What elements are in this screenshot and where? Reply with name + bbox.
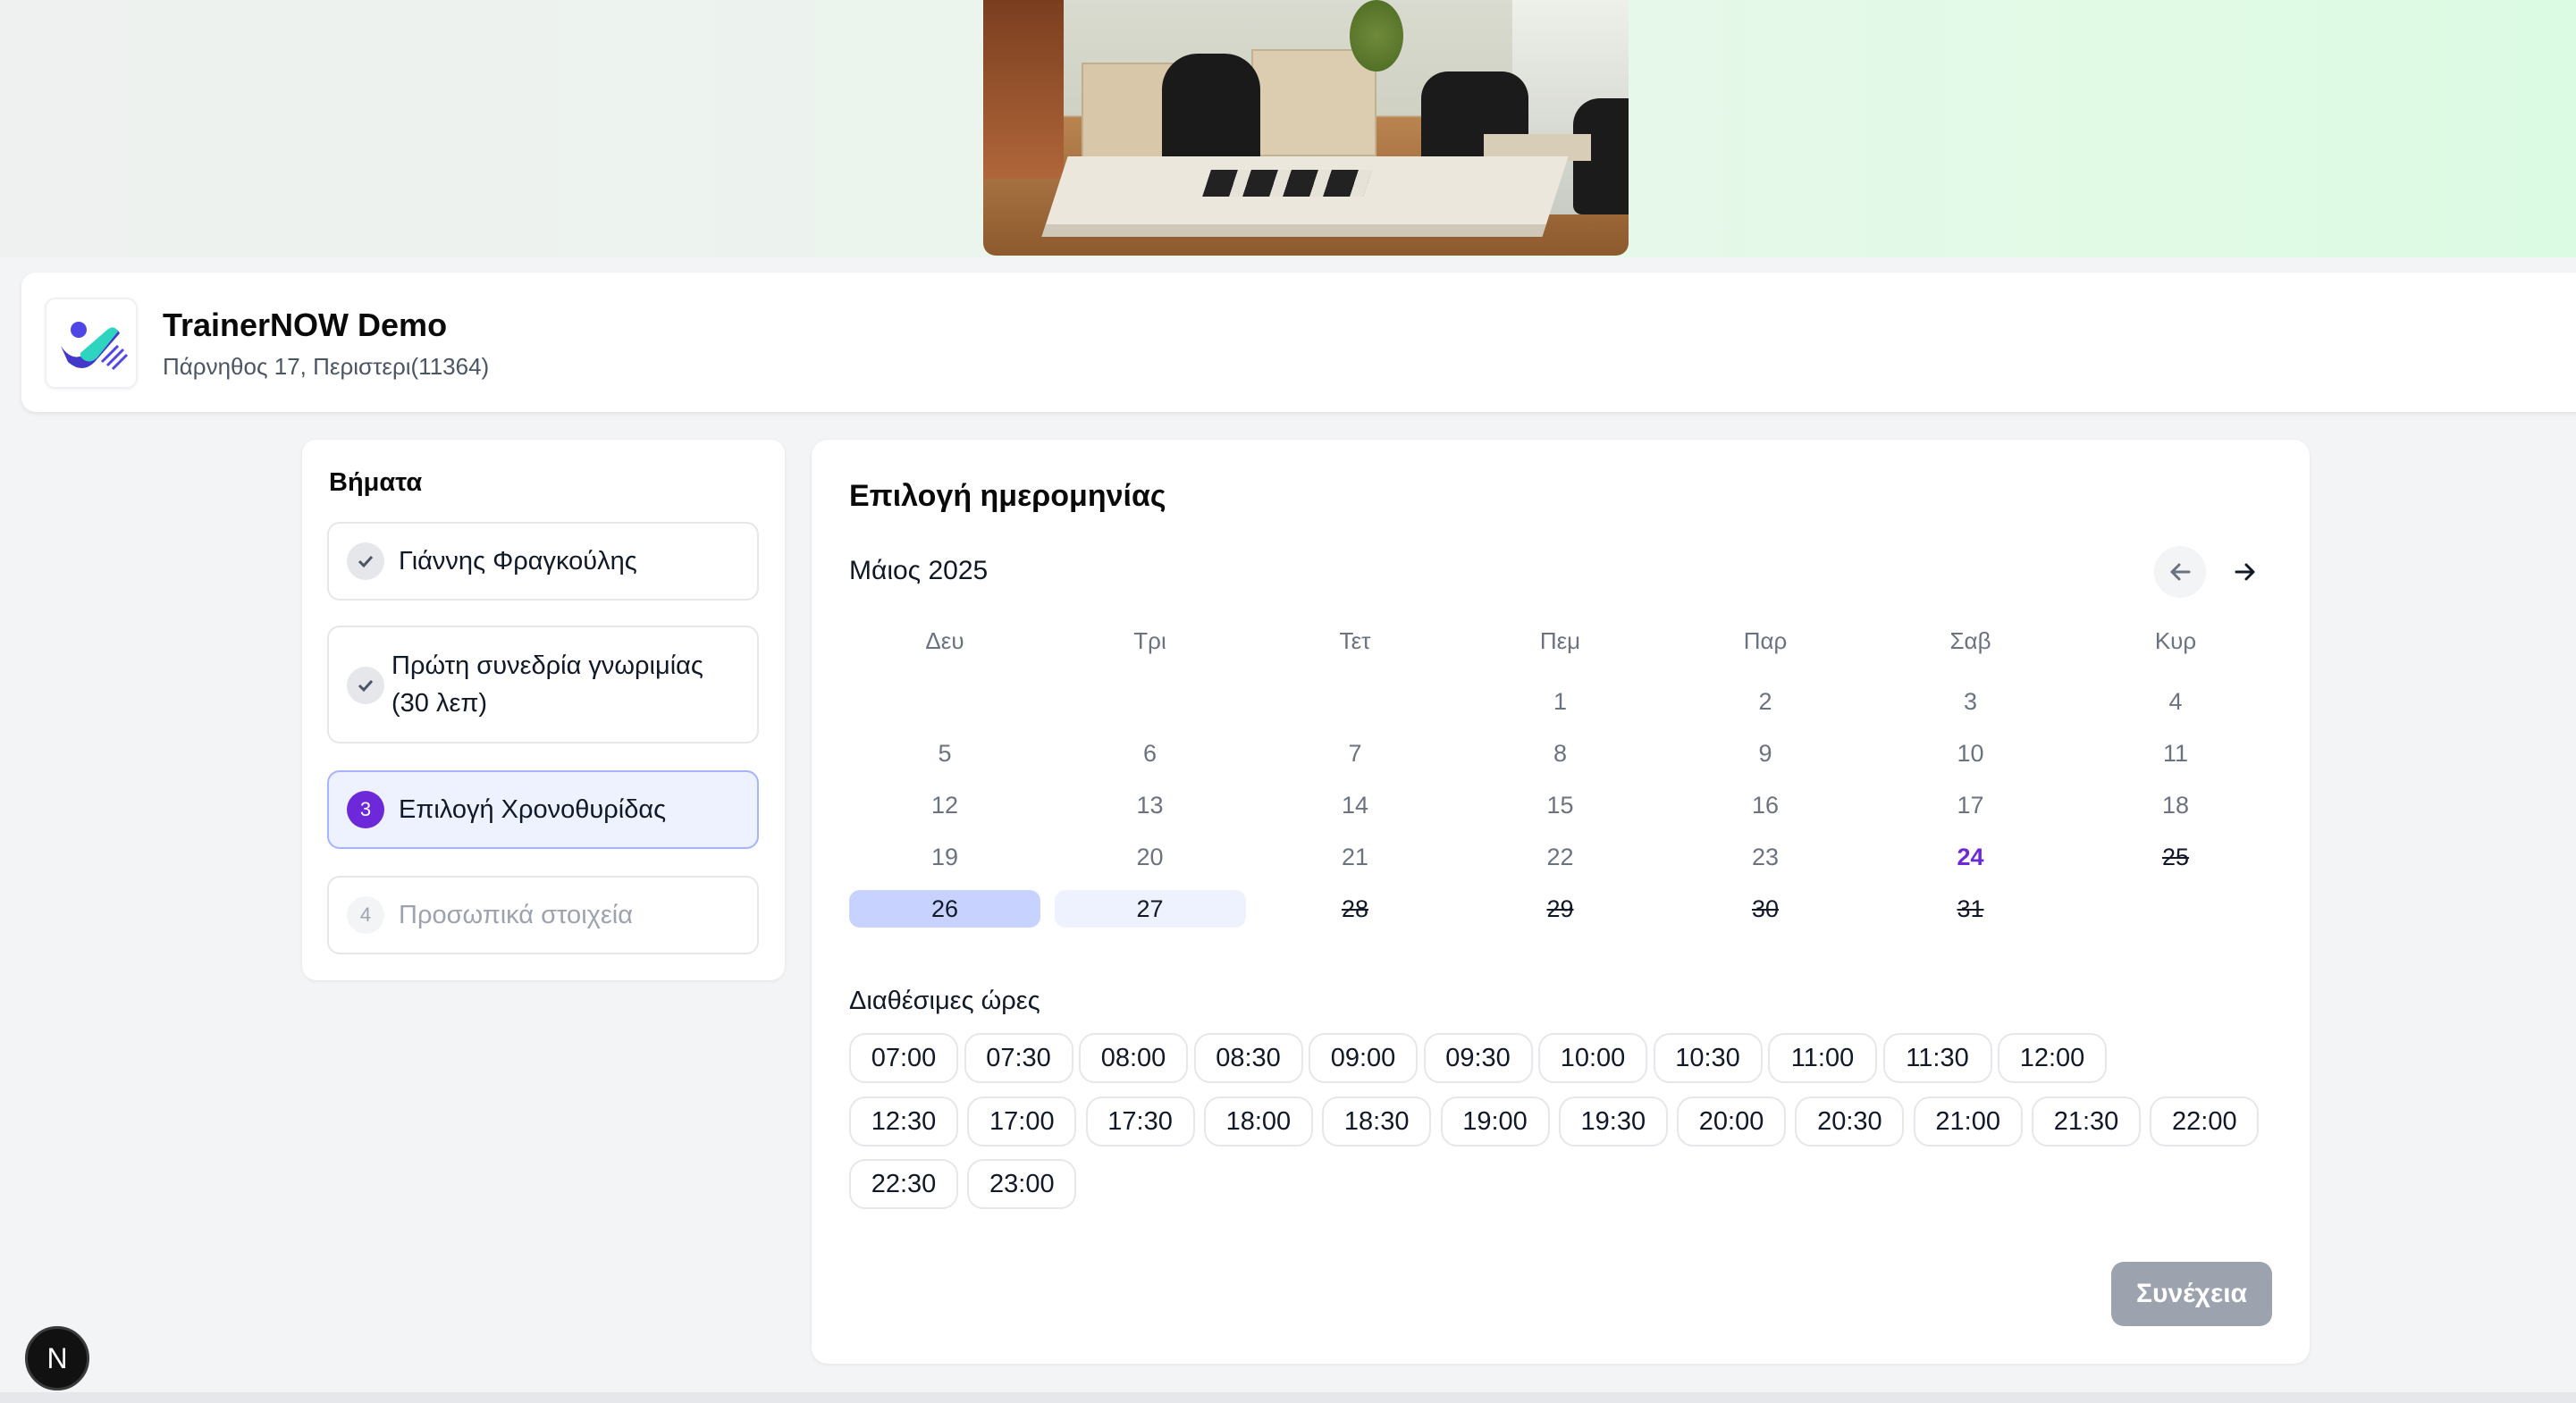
step-trainer[interactable]: Γιάννης Φραγκούλης (327, 522, 759, 601)
step-label: Προσωπικά στοιχεία (399, 901, 633, 929)
calendar-day-2[interactable]: 2 (1670, 683, 1861, 720)
page-title: Επιλογή ημερομηνίας (849, 479, 1166, 513)
step-label-line2: (30 λεπ) (391, 689, 488, 718)
time-slot-button[interactable]: 08:30 (1193, 1033, 1303, 1083)
time-slot-button[interactable]: 10:00 (1538, 1033, 1647, 1083)
weekday-label: Παρ (1743, 627, 1788, 654)
calendar-day-4[interactable]: 4 (2080, 683, 2271, 720)
calendar-day-31: 31 (1957, 895, 1984, 922)
arrow-left-icon (2170, 563, 2191, 581)
continue-button[interactable]: Συνέχεια (2111, 1262, 2272, 1326)
calendar-day-14[interactable]: 14 (1259, 786, 1451, 824)
arrow-right-icon (2235, 563, 2255, 581)
time-slot-button[interactable]: 22:00 (2150, 1096, 2260, 1147)
time-slot-button[interactable]: 17:30 (1085, 1096, 1195, 1147)
time-slot-button[interactable]: 20:30 (1795, 1096, 1905, 1147)
time-slot-button[interactable]: 12:00 (1998, 1033, 2107, 1083)
business-logo (45, 298, 138, 389)
step-number-badge: 3 (347, 791, 384, 828)
bottom-strip (0, 1392, 2576, 1403)
step-number-badge: 4 (347, 896, 384, 934)
date-selection-panel: Επιλογή ημερομηνίας Μάιος 2025 Δευ Τρι Τετ… (812, 440, 2310, 1364)
business-card: TrainerNOW Demo Πάρνηθος 17, Περιστερι(1… (21, 273, 2576, 412)
trainernow-logo-icon (61, 322, 129, 371)
time-slot-button[interactable]: 20:00 (1677, 1096, 1787, 1147)
time-slot-button[interactable]: 18:00 (1203, 1096, 1313, 1147)
time-slot-button[interactable]: 09:00 (1309, 1033, 1418, 1083)
time-slot-button[interactable]: 11:00 (1768, 1033, 1877, 1083)
calendar-day-23[interactable]: 23 (1670, 838, 1861, 876)
weekday-label: Πεμ (1539, 627, 1581, 654)
calendar-day-16[interactable]: 16 (1670, 786, 1861, 824)
steps-title: Βήματα (329, 468, 423, 497)
calendar-day-5[interactable]: 5 (849, 735, 1040, 772)
calendar-day-20[interactable]: 20 (1055, 838, 1246, 876)
calendar-day-28: 28 (1341, 895, 1369, 922)
step-service[interactable]: Πρώτη συνεδρία γνωριμίας (30 λεπ) (327, 626, 759, 744)
calendar-day-8[interactable]: 8 (1465, 735, 1656, 772)
calendar-day-6[interactable]: 6 (1055, 735, 1246, 772)
calendar-day-18[interactable]: 18 (2080, 786, 2271, 824)
step-personal-info[interactable]: 4 Προσωπικά στοιχεία (327, 876, 759, 954)
cover-banner (0, 0, 2576, 257)
cover-photo (983, 0, 1629, 256)
calendar-day-11[interactable]: 11 (2080, 735, 2271, 772)
calendar-day-19[interactable]: 19 (849, 838, 1040, 876)
prev-month-button[interactable] (2154, 546, 2206, 598)
calendar-day-10[interactable]: 10 (1875, 735, 2067, 772)
calendar-day-17[interactable]: 17 (1875, 786, 2067, 824)
calendar-day-21[interactable]: 21 (1259, 838, 1451, 876)
time-slot-button[interactable]: 18:30 (1322, 1096, 1432, 1147)
calendar-day-26[interactable]: 26 (849, 890, 1040, 928)
business-name: TrainerNOW Demo (163, 307, 448, 343)
time-slot-button[interactable]: 07:00 (849, 1033, 958, 1083)
time-slot-button[interactable]: 19:00 (1440, 1096, 1550, 1147)
calendar-day-15[interactable]: 15 (1465, 786, 1656, 824)
calendar-day-24[interactable]: 24 (1875, 838, 2067, 876)
time-slot-button[interactable]: 09:30 (1423, 1033, 1533, 1083)
next-month-button[interactable] (2219, 546, 2271, 598)
time-slot-button[interactable]: 19:30 (1558, 1096, 1668, 1147)
time-slot-button[interactable]: 21:00 (1913, 1096, 2023, 1147)
step-label-line1: Πρώτη συνεδρία γνωριμίας (391, 651, 703, 680)
time-slot-button[interactable]: 07:30 (964, 1033, 1073, 1083)
calendar-day-30: 30 (1751, 895, 1780, 922)
weekday-label: Δευ (925, 627, 964, 654)
dev-tools-badge[interactable]: N (25, 1326, 89, 1390)
calendar-month-label: Μάιος 2025 (849, 556, 989, 585)
calendar-day-9[interactable]: 9 (1670, 735, 1861, 772)
calendar-day-12[interactable]: 12 (849, 786, 1040, 824)
time-slot-button[interactable]: 23:00 (967, 1159, 1077, 1209)
time-slot-button[interactable]: 10:30 (1653, 1033, 1763, 1083)
weekday-label: Κυρ (2154, 627, 2197, 654)
weekday-label: Τρι (1133, 627, 1166, 654)
weekday-label: Σαβ (1949, 627, 1991, 654)
time-slot-button[interactable]: 12:30 (849, 1096, 958, 1147)
business-address: Πάρνηθος 17, Περιστερι(11364) (163, 353, 490, 380)
calendar-day-29: 29 (1546, 895, 1574, 922)
time-slot-button[interactable]: 21:30 (2032, 1096, 2141, 1147)
steps-panel: Βήματα Γιάννης Φραγκούλης Πρώτη συνεδρία… (302, 440, 785, 980)
step-label: Πρώτη συνεδρία γνωριμίας (30 λεπ) (391, 647, 703, 722)
calendar-day-22[interactable]: 22 (1465, 838, 1656, 876)
calendar-day-1[interactable]: 1 (1465, 683, 1656, 720)
time-slot-button[interactable]: 11:30 (1882, 1033, 1992, 1083)
calendar-day-27[interactable]: 27 (1054, 890, 1246, 928)
check-icon (347, 667, 384, 704)
check-icon (347, 542, 384, 580)
weekday-label: Τετ (1339, 627, 1371, 654)
calendar-day-13[interactable]: 13 (1055, 786, 1246, 824)
time-slot-button[interactable]: 08:00 (1079, 1033, 1188, 1083)
calendar-day-25: 25 (2161, 844, 2190, 870)
step-label: Επιλογή Χρονοθυρίδας (399, 795, 667, 824)
available-times-title: Διαθέσιμες ώρες (849, 987, 1040, 1015)
step-label: Γιάννης Φραγκούλης (399, 547, 637, 575)
time-slot-button[interactable]: 22:30 (849, 1159, 958, 1209)
time-slot-button[interactable]: 17:00 (967, 1096, 1077, 1147)
step-timeslot[interactable]: 3 Επιλογή Χρονοθυρίδας (327, 770, 759, 849)
calendar-day-7[interactable]: 7 (1259, 735, 1451, 772)
calendar-day-3[interactable]: 3 (1875, 683, 2067, 720)
